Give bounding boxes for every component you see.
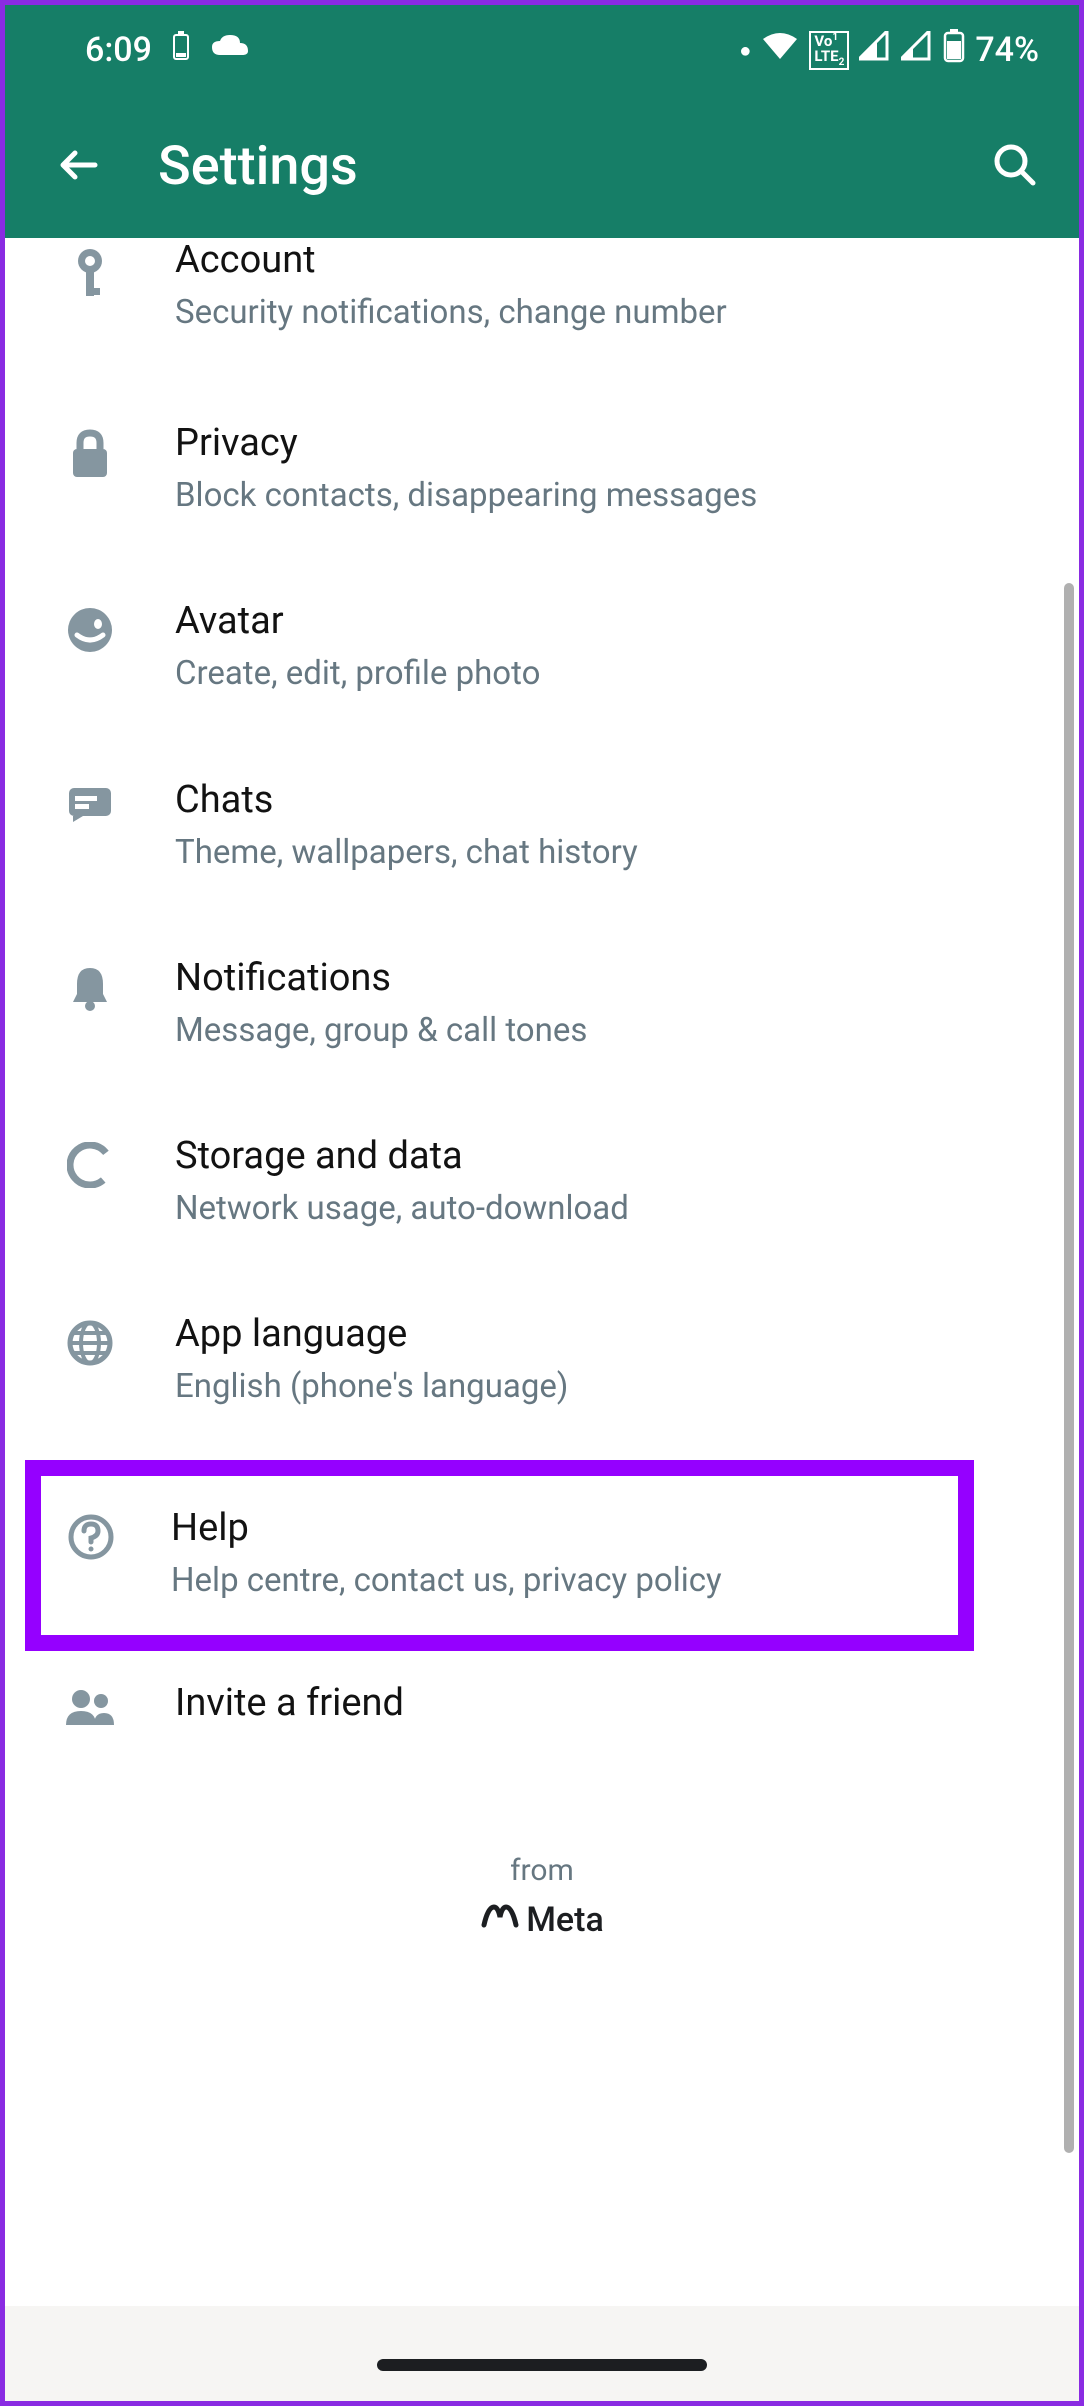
battery-percent: 74%	[975, 30, 1039, 70]
app-header: Settings	[5, 95, 1079, 238]
settings-item-storage[interactable]: Storage and data Network usage, auto-dow…	[5, 1094, 1079, 1272]
people-icon	[64, 1689, 116, 1731]
item-title: App language	[175, 1312, 1039, 1356]
meta-icon	[480, 1900, 520, 1940]
item-title: Account	[175, 238, 1039, 282]
settings-item-help[interactable]: Help Help centre, contact us, privacy po…	[41, 1496, 958, 1614]
chat-icon	[67, 786, 113, 828]
footer: from Meta	[5, 1813, 1079, 2000]
settings-item-account[interactable]: Account Security notifications, change n…	[5, 238, 1079, 381]
item-title: Notifications	[175, 956, 1039, 1000]
item-subtitle: Security notifications, change number	[175, 290, 1039, 336]
status-bar: 6:09 ● Vo1LTE2 74%	[5, 5, 1079, 95]
search-button[interactable]	[991, 141, 1039, 193]
dot-icon: ●	[739, 38, 751, 63]
data-icon	[67, 1142, 113, 1192]
item-subtitle: Help centre, contact us, privacy policy	[171, 1558, 938, 1604]
item-subtitle: Network usage, auto-download	[175, 1186, 1039, 1232]
battery-small-icon	[172, 30, 190, 70]
footer-from-label: from	[5, 1853, 1079, 1888]
settings-item-invite[interactable]: Invite a friend	[5, 1651, 1079, 1773]
item-subtitle: Message, group & call tones	[175, 1008, 1039, 1054]
signal-icon-1	[859, 31, 891, 69]
item-title: Help	[171, 1506, 938, 1550]
settings-item-language[interactable]: App language English (phone's language)	[5, 1272, 1079, 1450]
settings-item-avatar[interactable]: Avatar Create, edit, profile photo	[5, 559, 1079, 737]
item-title: Storage and data	[175, 1134, 1039, 1178]
status-left: 6:09	[85, 30, 250, 70]
back-button[interactable]	[55, 141, 103, 193]
globe-icon	[67, 1320, 113, 1370]
footer-brand: Meta	[5, 1900, 1079, 1940]
settings-item-chats[interactable]: Chats Theme, wallpapers, chat history	[5, 738, 1079, 916]
cloud-icon	[210, 30, 250, 70]
settings-item-privacy[interactable]: Privacy Block contacts, disappearing mes…	[5, 381, 1079, 559]
item-title: Avatar	[175, 599, 1039, 643]
page-title: Settings	[158, 135, 936, 198]
system-nav-area	[5, 2306, 1079, 2401]
signal-icon-2	[901, 31, 933, 69]
wifi-icon	[761, 31, 799, 69]
item-title: Chats	[175, 778, 1039, 822]
nav-pill[interactable]	[377, 2359, 707, 2371]
item-title: Invite a friend	[175, 1681, 1039, 1725]
meta-label: Meta	[526, 1900, 604, 1940]
item-title: Privacy	[175, 421, 1039, 465]
battery-icon	[943, 29, 965, 71]
lte-badge: Vo1LTE2	[809, 31, 849, 70]
item-subtitle: English (phone's language)	[175, 1364, 1039, 1410]
item-subtitle: Create, edit, profile photo	[175, 651, 1039, 697]
key-icon	[70, 246, 110, 305]
bell-icon	[69, 964, 111, 1016]
status-time: 6:09	[85, 30, 152, 70]
status-right: ● Vo1LTE2 74%	[739, 29, 1039, 71]
scrollbar[interactable]	[1064, 583, 1074, 2153]
avatar-icon	[67, 607, 113, 657]
item-subtitle: Theme, wallpapers, chat history	[175, 830, 1039, 876]
item-subtitle: Block contacts, disappearing messages	[175, 473, 1039, 519]
help-icon	[68, 1514, 114, 1564]
highlight-annotation: Help Help centre, contact us, privacy po…	[25, 1460, 974, 1650]
settings-list: Account Security notifications, change n…	[5, 238, 1079, 2401]
lock-icon	[69, 429, 111, 483]
settings-item-notifications[interactable]: Notifications Message, group & call tone…	[5, 916, 1079, 1094]
